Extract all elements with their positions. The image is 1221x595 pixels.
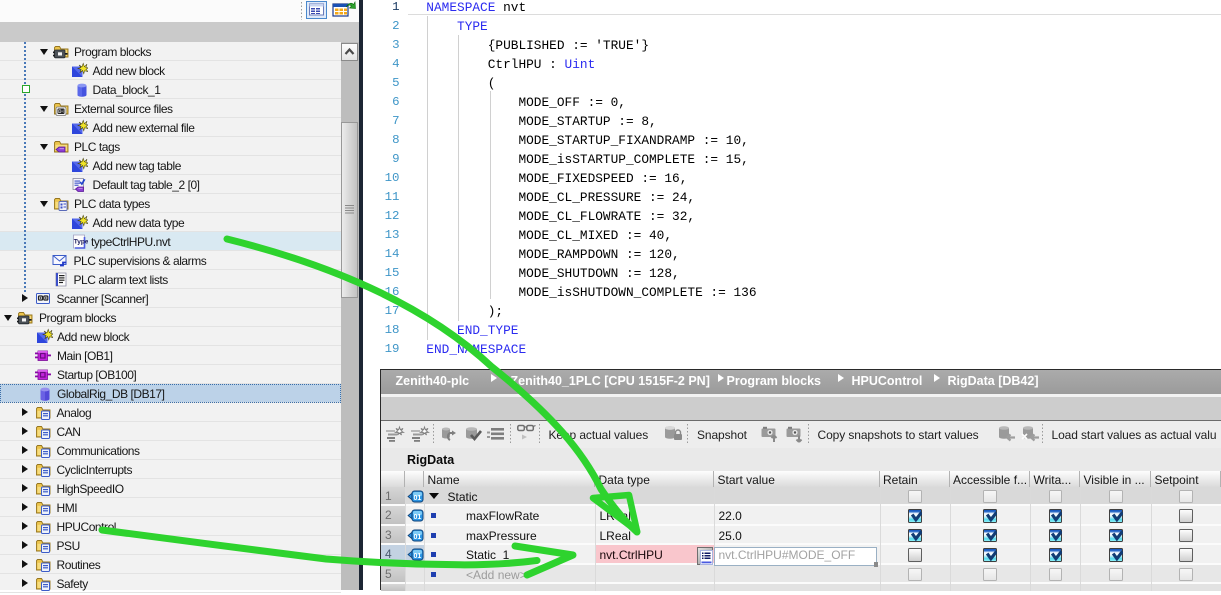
svg-text:01: 01 (413, 553, 421, 560)
svg-text:01: 01 (413, 533, 421, 540)
svg-text:01: 01 (413, 514, 421, 521)
svg-text:Type: Type (74, 239, 88, 246)
svg-text:01: 01 (413, 494, 421, 501)
